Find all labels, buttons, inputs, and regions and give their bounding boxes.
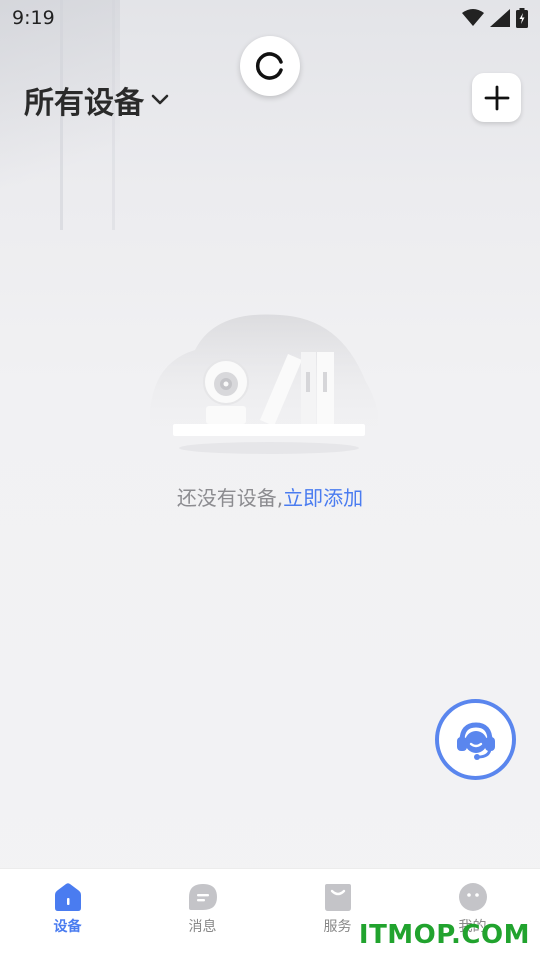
- battery-charging-icon: [516, 8, 528, 28]
- tab-label: 消息: [188, 919, 217, 935]
- tab-devices[interactable]: 设备: [0, 869, 135, 960]
- watermark: ITMOP.COM: [358, 920, 530, 950]
- profile-face-icon: [458, 883, 487, 911]
- shopping-bag-icon: [324, 884, 351, 911]
- tab-label: 设备: [53, 919, 82, 935]
- chevron-down-icon: [151, 94, 169, 105]
- empty-state-illustration: [149, 314, 379, 454]
- empty-state-message: 还没有设备,: [176, 486, 284, 510]
- status-time: 9:19: [12, 7, 55, 29]
- device-group-selector[interactable]: 所有设备: [24, 78, 170, 122]
- home-icon: [54, 883, 81, 911]
- refresh-button[interactable]: [240, 36, 300, 96]
- page-title: 所有设备: [24, 86, 144, 121]
- tab-messages[interactable]: 消息: [135, 869, 270, 960]
- message-icon: [188, 884, 217, 910]
- headset-icon: [456, 721, 495, 760]
- refresh-icon: [255, 52, 283, 80]
- wifi-icon: [462, 9, 484, 26]
- status-icons: [462, 8, 528, 28]
- status-bar: 9:19: [0, 0, 540, 36]
- plus-icon: [484, 85, 509, 110]
- empty-state-text: 还没有设备,立即添加: [0, 482, 540, 511]
- signal-icon: [490, 9, 510, 27]
- tab-label: 服务: [323, 919, 352, 935]
- add-now-link[interactable]: 立即添加: [283, 486, 363, 510]
- add-device-button[interactable]: [472, 73, 521, 122]
- customer-support-button[interactable]: [435, 699, 516, 780]
